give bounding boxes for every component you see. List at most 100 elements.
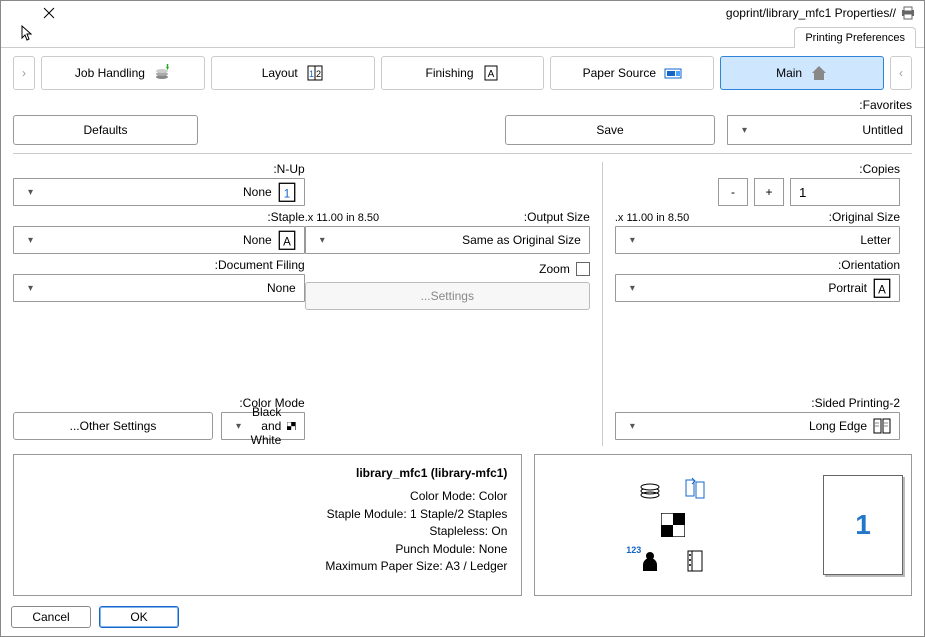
nup-label: N-Up: bbox=[13, 162, 305, 176]
category-label: Job Handling bbox=[75, 66, 145, 80]
output-size-field: Output Size: 8.50 x 11.00 in. Same as Or… bbox=[305, 210, 590, 254]
original-size-select[interactable]: Letter ▾ bbox=[615, 226, 900, 254]
favorites-value: Untitled bbox=[862, 123, 903, 137]
cancel-button[interactable]: Cancel bbox=[11, 606, 91, 628]
original-size-hint: 8.50 x 11.00 in. bbox=[615, 212, 689, 224]
nup-field: N-Up: 1 None ▾ bbox=[13, 162, 305, 206]
chevron-down-icon: ▾ bbox=[742, 125, 747, 136]
nav-left-arrow[interactable]: ‹ bbox=[13, 56, 35, 90]
category-label: Paper Source bbox=[583, 66, 656, 80]
page-icon: A bbox=[482, 64, 500, 82]
favorites-label: Favorites: bbox=[13, 98, 912, 112]
copies-label: Copies: bbox=[615, 162, 900, 176]
color-mode-field: Color Mode: Black and White ▾ Other Sett… bbox=[13, 396, 305, 440]
staple-label: Staple: bbox=[13, 210, 305, 224]
home-icon bbox=[810, 64, 828, 82]
staple-field: Staple: A None ▾ bbox=[13, 210, 305, 254]
tab-printing-preferences[interactable]: Printing Preferences bbox=[794, 27, 916, 48]
staple-none-icon: A bbox=[278, 231, 296, 249]
job-icon bbox=[153, 64, 171, 82]
close-button[interactable] bbox=[9, 7, 55, 19]
preview-line: Maximum Paper Size: A3 / Ledger bbox=[28, 558, 507, 575]
category-label: Finishing bbox=[426, 66, 474, 80]
preview-graphic: 1 123 bbox=[534, 454, 912, 596]
preview-line: Punch Module: None bbox=[28, 541, 507, 558]
doc-filing-select[interactable]: None ▾ bbox=[13, 274, 305, 302]
stack-icon bbox=[638, 477, 662, 501]
copies-input[interactable] bbox=[790, 178, 900, 206]
preview-info: library_mfc1 (library-mfc1) Color Mode: … bbox=[13, 454, 522, 596]
original-size-label: Original Size: bbox=[829, 210, 900, 224]
preview-row: 1 123 bbox=[13, 454, 912, 596]
zoom-settings-button: Settings... bbox=[305, 282, 590, 310]
zoom-checkbox[interactable] bbox=[576, 262, 590, 276]
page-thumb: 1 bbox=[823, 475, 903, 575]
save-button[interactable]: Save bbox=[505, 115, 715, 145]
binder-icon bbox=[684, 549, 708, 573]
output-size-label: Output Size: bbox=[524, 210, 590, 224]
other-settings-button[interactable]: Other Settings... bbox=[13, 412, 213, 440]
tabbar: Printing Preferences bbox=[1, 23, 924, 48]
zoom-label: Zoom bbox=[539, 262, 570, 276]
cursor-icon bbox=[19, 23, 35, 47]
chevron-down-icon: ▾ bbox=[28, 283, 33, 294]
staple-select[interactable]: A None ▾ bbox=[13, 226, 305, 254]
preview-line: Color Mode: Color bbox=[28, 488, 507, 505]
defaults-button[interactable]: Defaults bbox=[13, 115, 198, 145]
svg-text:2: 2 bbox=[316, 69, 321, 79]
original-size-field: Original Size: 8.50 x 11.00 in. Letter ▾ bbox=[615, 210, 900, 254]
chevron-down-icon: ▾ bbox=[320, 235, 325, 246]
chevron-down-icon: ▾ bbox=[28, 187, 33, 198]
duplex-icon bbox=[684, 477, 708, 501]
category-label: Main bbox=[776, 66, 802, 80]
doc-filing-field: Document Filing: None ▾ bbox=[13, 258, 305, 302]
copies-minus[interactable]: - bbox=[718, 178, 748, 206]
category-layout[interactable]: 12 Layout bbox=[211, 56, 375, 90]
chevron-down-icon: ▾ bbox=[236, 421, 241, 432]
favorites-select[interactable]: Untitled ▾ bbox=[727, 115, 912, 145]
ok-button[interactable]: OK bbox=[99, 606, 179, 628]
svg-text:1: 1 bbox=[283, 188, 289, 200]
category-finishing[interactable]: A Finishing bbox=[381, 56, 545, 90]
orientation-label: Orientation: bbox=[615, 258, 900, 272]
two-sided-field: 2-Sided Printing: Long Edge ▾ bbox=[615, 396, 900, 440]
chevron-down-icon: ▾ bbox=[630, 235, 635, 246]
preview-line: Staple Module: 1 Staple/2 Staples bbox=[28, 506, 507, 523]
nup-icon: 1 bbox=[278, 183, 296, 201]
color-mode-select[interactable]: Black and White ▾ bbox=[221, 412, 305, 440]
category-paper-source[interactable]: Paper Source bbox=[550, 56, 714, 90]
chevron-down-icon: ▾ bbox=[630, 283, 635, 294]
zoom-row: Zoom bbox=[305, 262, 590, 276]
bw-icon bbox=[287, 417, 295, 435]
two-sided-select[interactable]: Long Edge ▾ bbox=[615, 412, 900, 440]
category-nav: › Main Paper Source A Finishing bbox=[13, 56, 912, 90]
doc-filing-label: Document Filing: bbox=[13, 258, 305, 272]
category-label: Layout bbox=[262, 66, 298, 80]
print-properties-window: //goprint/library_mfc1 Properties Printi… bbox=[0, 0, 925, 637]
window-title: //goprint/library_mfc1 Properties bbox=[55, 6, 896, 20]
preview-line: Stapleless: On bbox=[28, 523, 507, 540]
favorites-section: Favorites: Untitled ▾ Save Defaults bbox=[13, 98, 912, 145]
tray-icon bbox=[664, 64, 682, 82]
titlebar: //goprint/library_mfc1 Properties bbox=[1, 1, 924, 23]
svg-text:A: A bbox=[487, 69, 494, 80]
preview-title: library_mfc1 (library-mfc1) bbox=[28, 465, 507, 482]
orientation-select[interactable]: A Portrait ▾ bbox=[615, 274, 900, 302]
long-edge-icon bbox=[873, 417, 891, 435]
category-job-handling[interactable]: Job Handling bbox=[41, 56, 205, 90]
chevron-down-icon: ▾ bbox=[28, 235, 33, 246]
printer-icon bbox=[900, 5, 916, 21]
category-main[interactable]: Main bbox=[720, 56, 884, 90]
copies-field: Copies: + - bbox=[615, 162, 900, 206]
chevron-down-icon: ▾ bbox=[630, 421, 635, 432]
nup-select[interactable]: 1 None ▾ bbox=[13, 178, 305, 206]
layout-icon: 12 bbox=[306, 64, 324, 82]
svg-text:A: A bbox=[878, 284, 886, 296]
nav-right-arrow[interactable]: › bbox=[890, 56, 912, 90]
output-size-hint: 8.50 x 11.00 in. bbox=[305, 212, 379, 224]
output-size-select[interactable]: Same as Original Size ▾ bbox=[305, 226, 590, 254]
dialog-footer: OK Cancel bbox=[1, 600, 924, 636]
copies-plus[interactable]: + bbox=[754, 178, 784, 206]
svg-text:A: A bbox=[283, 236, 291, 248]
person-count-icon: 123 bbox=[638, 549, 662, 573]
